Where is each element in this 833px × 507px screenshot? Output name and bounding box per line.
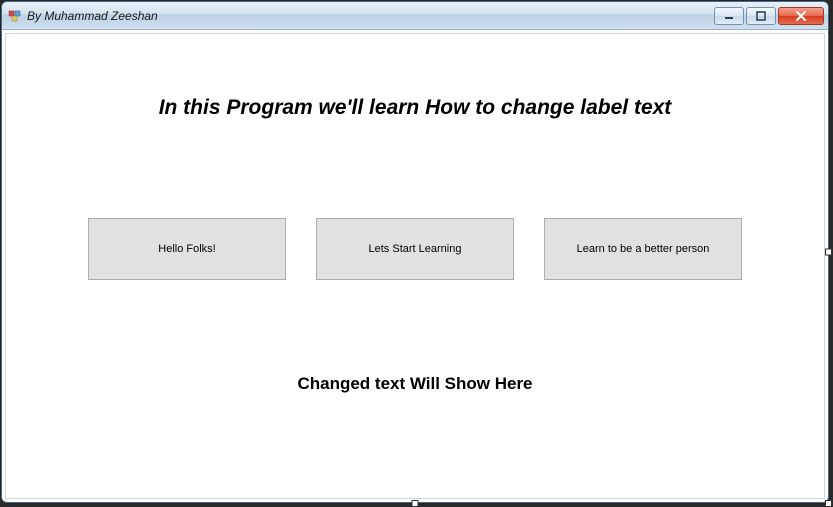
output-label: Changed text Will Show Here [6, 374, 824, 394]
hello-folks-button[interactable]: Hello Folks! [88, 218, 286, 280]
heading-label: In this Program we'll learn How to chang… [6, 96, 824, 120]
window-controls [714, 7, 824, 25]
button-label: Lets Start Learning [369, 243, 462, 255]
button-label: Hello Folks! [158, 243, 215, 255]
close-button[interactable] [778, 7, 824, 25]
resize-handle-right[interactable] [825, 249, 832, 256]
maximize-button[interactable] [746, 7, 776, 25]
client-area: In this Program we'll learn How to chang… [5, 33, 825, 499]
window-title: By Muhammad Zeeshan [27, 9, 158, 23]
button-row: Hello Folks! Lets Start Learning Learn t… [6, 218, 824, 280]
titlebar[interactable]: By Muhammad Zeeshan [2, 2, 828, 30]
minimize-button[interactable] [714, 7, 744, 25]
app-window: By Muhammad Zeeshan In this Program we'l… [1, 1, 829, 503]
resize-handle-corner[interactable] [825, 500, 832, 507]
app-icon [8, 9, 22, 23]
button-label: Learn to be a better person [577, 243, 710, 255]
lets-start-learning-button[interactable]: Lets Start Learning [316, 218, 514, 280]
learn-better-person-button[interactable]: Learn to be a better person [544, 218, 742, 280]
resize-handle-bottom[interactable] [412, 500, 419, 507]
